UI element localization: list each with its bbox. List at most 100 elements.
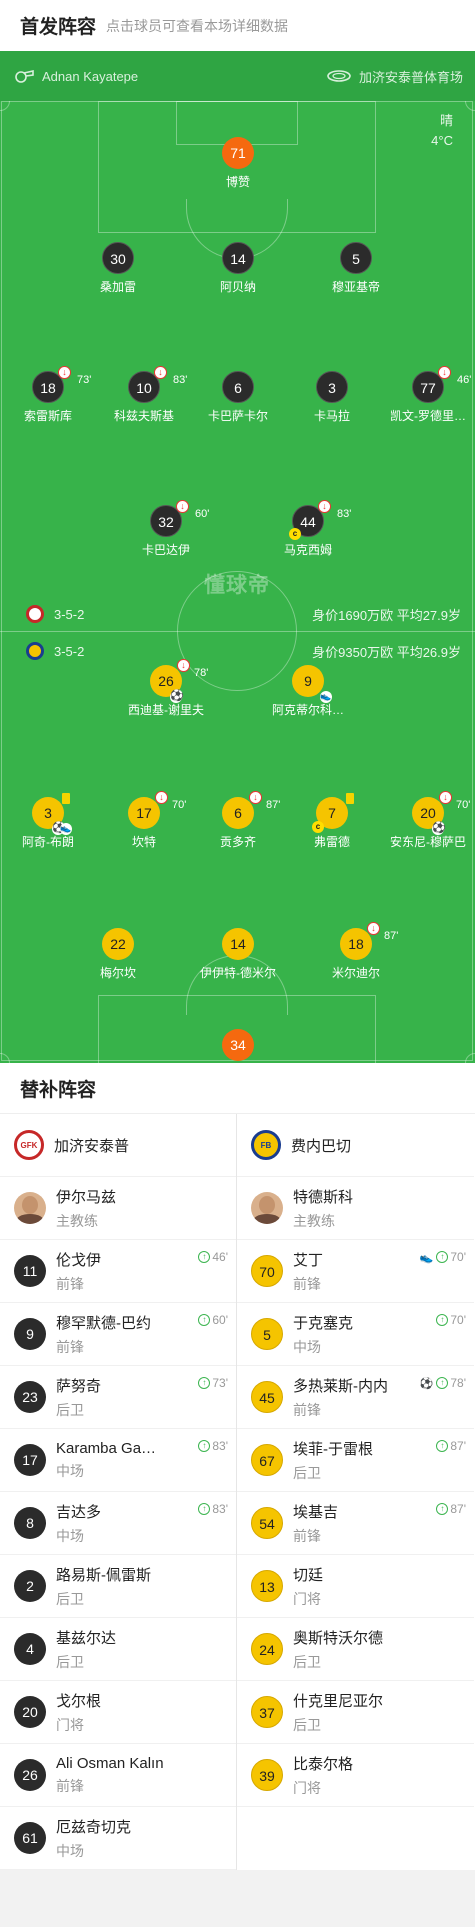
sub-row[interactable]: 37 什克里尼亚尔 后卫 xyxy=(237,1681,474,1744)
sub-event: ↑ 83' xyxy=(198,1502,228,1516)
sub-row[interactable]: 39 比泰尔格 门将 xyxy=(237,1744,474,1807)
sub-row[interactable]: 9 穆罕默德-巴约 前锋 ↑ 60' xyxy=(0,1303,236,1366)
sub-out-icon: ↓ xyxy=(155,791,168,804)
weather-condition: 晴 xyxy=(439,113,453,128)
sub-in-icon: ↑ xyxy=(198,1251,211,1263)
sub-row[interactable]: 45 多热莱斯-内内 前锋 ⚽ ↑ 78' xyxy=(237,1366,474,1429)
sub-row[interactable]: 26 Ali Osman Kalın 前锋 xyxy=(0,1744,236,1807)
sub-row[interactable]: 4 基兹尔达 后卫 xyxy=(0,1618,236,1681)
sub-in-icon: ↑ xyxy=(198,1377,211,1389)
sub-position: 后卫 xyxy=(56,1590,84,1607)
sub-position: 后卫 xyxy=(56,1401,84,1418)
player-number: 22 xyxy=(102,928,134,960)
event-icon: ⚽ xyxy=(419,1377,434,1390)
player-marker[interactable]: 3 ⚽ 👟 阿奇-布朗 xyxy=(0,793,103,850)
player-marker[interactable]: 30 桑加雷 xyxy=(63,242,173,295)
player-marker[interactable]: 77 ↓ 46' 凯文-罗德里… xyxy=(373,366,475,424)
player-marker[interactable]: 44 ↓ 83' c 马克西姆 xyxy=(253,500,363,558)
sub-row[interactable]: 2 路易斯-佩雷斯 后卫 xyxy=(0,1555,236,1618)
sub-position: 后卫 xyxy=(293,1716,321,1733)
sub-position: 门将 xyxy=(56,1716,84,1733)
sub-row[interactable]: 70 艾丁 前锋 👟 ↑ 70' xyxy=(237,1240,474,1303)
player-number: 18 ↓ 87' xyxy=(340,922,398,960)
player-number: 9 👟 xyxy=(292,665,332,703)
sub-name: 于克塞克 xyxy=(293,1314,354,1332)
player-marker[interactable]: 3 卡马拉 xyxy=(277,371,387,424)
away-team-row[interactable]: FB 费内巴切 xyxy=(237,1114,474,1177)
sub-row[interactable]: 11 伦戈伊 前锋 ↑ 46' xyxy=(0,1240,236,1303)
player-marker[interactable]: 14 阿贝纳 xyxy=(183,242,293,295)
player-marker[interactable]: 20 ↓ 70' ⚽ 安东尼-穆萨巴 xyxy=(373,791,475,850)
sub-row[interactable]: 61 厄兹奇切克 中场 xyxy=(0,1807,236,1870)
sub-row[interactable]: 17 Karamba Ga… 中场 ↑ 83' xyxy=(0,1429,236,1492)
player-number: 5 xyxy=(340,242,372,274)
player-name: 安东尼-穆萨巴 xyxy=(390,835,466,849)
stadium-icon xyxy=(327,70,351,82)
sub-row[interactable]: 8 吉达多 中场 ↑ 83' xyxy=(0,1492,236,1555)
sub-number: 24 xyxy=(251,1633,283,1665)
sub-number: 2 xyxy=(14,1570,46,1602)
sub-number: 8 xyxy=(14,1507,46,1539)
player-marker[interactable]: 18 ↓ 87' 米尔迪尔 xyxy=(301,922,411,981)
sub-number: 5 xyxy=(251,1318,283,1350)
player-name: 伊伊特-德米尔 xyxy=(200,966,276,980)
sub-name: 穆罕默德-巴约 xyxy=(56,1314,151,1332)
sub-text: Ali Osman Kalın 前锋 xyxy=(56,1755,228,1796)
sub-row[interactable]: 23 萨努奇 后卫 ↑ 73' xyxy=(0,1366,236,1429)
sub-row[interactable]: 67 埃菲-于雷根 后卫 ↑ 87' xyxy=(237,1429,474,1492)
sub-row[interactable]: 20 戈尔根 门将 xyxy=(0,1681,236,1744)
player-number: 77 ↓ 46' xyxy=(412,366,471,403)
lineup-header: 首发阵容 点击球员可查看本场详细数据 xyxy=(0,0,475,51)
player-number: 6 xyxy=(222,371,254,403)
sub-position: 后卫 xyxy=(293,1653,321,1670)
sub-out-icon: ↓ xyxy=(438,366,451,379)
sub-in-minute: 70' xyxy=(450,1250,466,1264)
sub-row[interactable]: 5 于克塞克 中场 ↑ 70' xyxy=(237,1303,474,1366)
player-number: 71 xyxy=(222,137,254,169)
sub-number: 13 xyxy=(251,1570,283,1602)
sub-out-icon: ↓ xyxy=(439,791,452,804)
player-marker[interactable]: 34居诺克 xyxy=(183,1029,293,1063)
sub-number: 39 xyxy=(251,1759,283,1791)
player-marker[interactable]: 71 博赞 xyxy=(183,137,293,190)
sub-in-icon: ↑ xyxy=(436,1440,449,1452)
sub-name: 什克里尼亚尔 xyxy=(293,1692,384,1710)
sub-minute: 78' xyxy=(194,667,209,679)
player-number: 14 xyxy=(222,928,254,960)
player-marker[interactable]: 7 c 弗雷德 xyxy=(277,793,387,850)
player-number: 17 ↓ 70' xyxy=(128,791,186,829)
sub-row[interactable]: 24 奥斯特沃尔德 后卫 xyxy=(237,1618,474,1681)
sub-in-icon: ↑ xyxy=(436,1503,449,1515)
player-number: 20 ↓ 70' ⚽ xyxy=(412,791,470,835)
sub-name: Ali Osman Kalın xyxy=(56,1754,164,1772)
sub-text: 什克里尼亚尔 后卫 xyxy=(293,1690,466,1735)
away-coach[interactable]: 特德斯科 主教练 xyxy=(237,1177,474,1240)
player-marker[interactable]: 22 梅尔坎 xyxy=(63,928,173,981)
stadium-name: 加济安泰普体育场 xyxy=(358,69,463,85)
player-marker[interactable]: 18 ↓ 73' 索雷斯库 xyxy=(0,366,103,424)
player-number: 18 ↓ 73' xyxy=(32,366,91,403)
player-marker[interactable]: 32 ↓ 60' 卡巴达伊 xyxy=(111,500,221,558)
sub-row[interactable]: 54 埃基吉 前锋 ↑ 87' xyxy=(237,1492,474,1555)
player-marker[interactable]: 9 👟 阿克蒂尔科… xyxy=(253,665,363,718)
bench-title: 替补阵容 xyxy=(0,1063,475,1114)
sub-out-icon: ↓ xyxy=(154,366,167,379)
player-marker[interactable]: 14 伊伊特-德米尔 xyxy=(183,928,293,981)
sub-in-icon: ↑ xyxy=(198,1503,211,1515)
sub-in-minute: 73' xyxy=(212,1376,228,1390)
player-marker[interactable]: 26 ↓ 78' ⚽ 西迪基-谢里夫 xyxy=(111,659,221,718)
sub-position: 中场 xyxy=(56,1462,84,1479)
sub-in-minute: 78' xyxy=(450,1376,466,1390)
home-team-row[interactable]: GFK 加济安泰普 xyxy=(0,1114,236,1177)
player-number: 3 xyxy=(316,371,348,403)
player-number: 32 ↓ 60' xyxy=(150,500,209,537)
player-number: 30 xyxy=(102,242,134,274)
sub-row[interactable]: 13 切廷 门将 xyxy=(237,1555,474,1618)
home-team-name: 加济安泰普 xyxy=(54,1137,130,1155)
sub-minute: 87' xyxy=(384,930,399,942)
home-coach[interactable]: 伊尔马兹 主教练 xyxy=(0,1177,236,1240)
player-marker[interactable]: 5 穆亚基帝 xyxy=(301,242,411,295)
sub-event: ↑ 87' xyxy=(436,1502,466,1516)
sub-in-minute: 87' xyxy=(450,1502,466,1516)
sub-out-icon: ↓ xyxy=(367,922,380,935)
